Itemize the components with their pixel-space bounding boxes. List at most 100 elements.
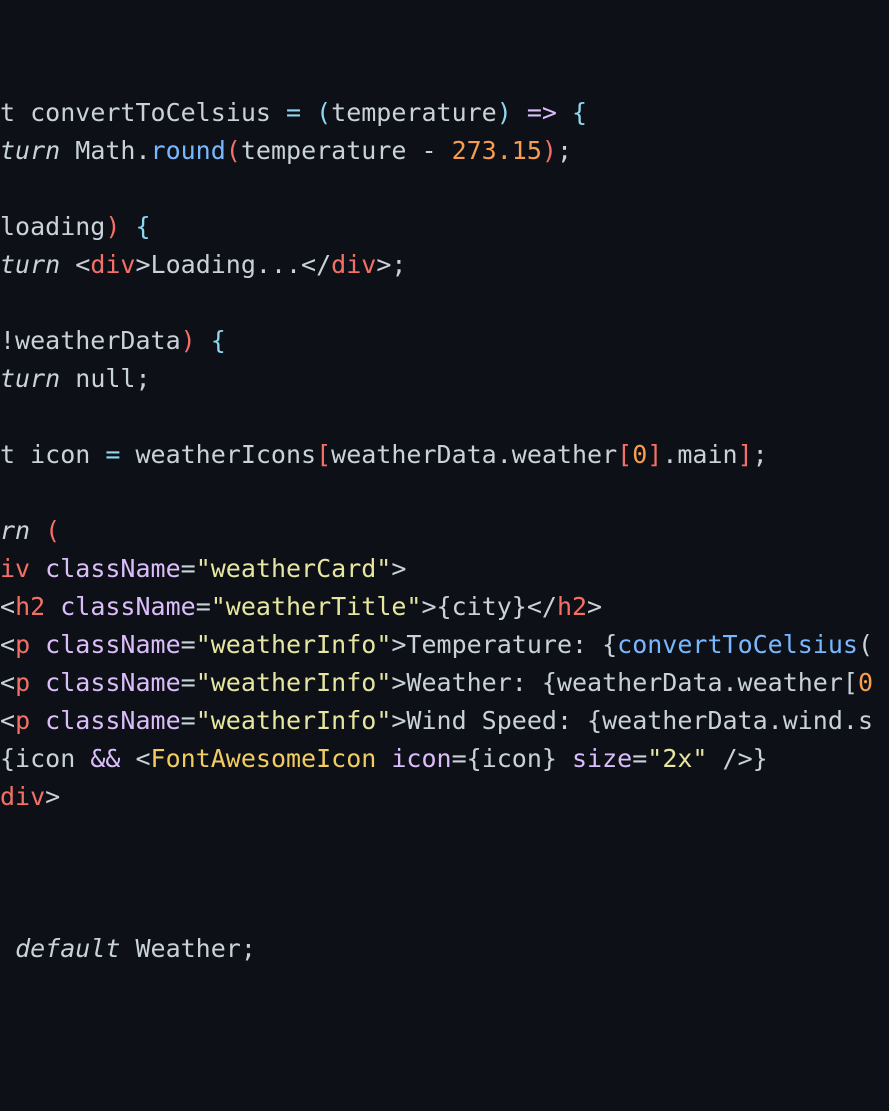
code-token: >Temperature: {	[391, 630, 618, 659]
code-line[interactable]: <p className="weatherInfo">Temperature: …	[0, 626, 889, 664]
code-line[interactable]: turn Math.round(temperature - 273.15);	[0, 132, 889, 170]
code-token: div	[331, 250, 377, 279]
code-editor[interactable]: t convertToCelsius = (temperature) => {t…	[0, 0, 889, 1111]
code-token: >	[391, 554, 407, 583]
code-token: "weatherInfo"	[195, 668, 392, 697]
code-token: ]	[647, 440, 663, 469]
code-token: turn	[0, 364, 61, 393]
code-token: (	[316, 98, 332, 127]
code-token: h2	[15, 592, 46, 621]
code-line[interactable]	[0, 816, 889, 854]
code-token: convertToCelsius	[617, 630, 858, 659]
code-line[interactable]: iv className="weatherCard">	[0, 550, 889, 588]
code-line[interactable]: rn (	[0, 512, 889, 550]
code-line[interactable]: turn <div>Loading...</div>;	[0, 246, 889, 284]
code-token: "weatherTitle"	[210, 592, 422, 621]
code-line[interactable]: <p className="weatherInfo">Weather: {wea…	[0, 664, 889, 702]
code-token: <	[120, 744, 151, 773]
code-token: =	[632, 744, 648, 773]
code-token: <	[0, 706, 16, 735]
code-token: (	[30, 516, 61, 545]
code-line[interactable]: t convertToCelsius = (temperature) => {	[0, 94, 889, 132]
code-token: {icon	[0, 744, 91, 773]
code-token: "weatherInfo"	[195, 706, 392, 735]
code-token: >Loading...</	[135, 250, 332, 279]
code-token: !weatherData	[0, 326, 181, 355]
code-token: =	[105, 440, 121, 469]
code-line[interactable]: <p className="weatherInfo">Wind Speed: {…	[0, 702, 889, 740]
code-line[interactable]: <h2 className="weatherTitle">{city}</h2>	[0, 588, 889, 626]
code-token: =	[180, 554, 196, 583]
code-token: "2x"	[647, 744, 708, 773]
code-line[interactable]: turn null;	[0, 360, 889, 398]
code-token: =>	[511, 98, 573, 127]
code-token: .main	[662, 440, 738, 469]
code-area[interactable]: t convertToCelsius = (temperature) => {t…	[0, 94, 889, 968]
code-token: p	[15, 706, 31, 735]
code-token: )	[180, 326, 196, 355]
code-line[interactable]	[0, 854, 889, 892]
code-token: FontAwesomeIcon	[150, 744, 377, 773]
code-token: Weather;	[120, 934, 256, 963]
code-token: <	[0, 592, 16, 621]
code-token: 273.15	[451, 136, 542, 165]
code-token: <	[0, 668, 16, 697]
code-token: div	[90, 250, 136, 279]
code-line[interactable]	[0, 474, 889, 512]
code-line[interactable]	[0, 892, 889, 930]
code-token: =	[180, 668, 196, 697]
code-line[interactable]	[0, 170, 889, 208]
code-token: weatherIcons	[120, 440, 317, 469]
code-token: t	[0, 98, 31, 127]
code-token: div	[0, 782, 46, 811]
code-token: t icon	[0, 440, 106, 469]
code-token: className	[30, 630, 181, 659]
code-line[interactable]: div>	[0, 778, 889, 816]
code-token: size	[556, 744, 633, 773]
code-line[interactable]: {icon && <FontAwesomeIcon icon={icon} si…	[0, 740, 889, 778]
code-line[interactable]	[0, 398, 889, 436]
code-token: >	[587, 592, 603, 621]
code-token: icon	[376, 744, 452, 773]
code-token: className	[30, 706, 181, 735]
code-token: h2	[556, 592, 588, 621]
code-line[interactable]: default Weather;	[0, 930, 889, 968]
code-token: loading	[0, 212, 106, 241]
code-token: {	[195, 326, 226, 355]
code-token: rn	[0, 516, 31, 545]
code-token: [	[316, 440, 332, 469]
code-token: ;	[556, 136, 573, 165]
code-token: "weatherCard"	[195, 554, 392, 583]
code-token: (	[857, 630, 874, 659]
code-token: weatherData.weather	[331, 440, 618, 469]
code-token: )	[541, 136, 557, 165]
code-token: >	[45, 782, 61, 811]
code-token: p	[15, 668, 31, 697]
code-token: =	[195, 592, 211, 621]
code-token: ]	[737, 440, 753, 469]
code-token: <	[60, 250, 91, 279]
code-token: >{city}</	[421, 592, 557, 621]
code-token: 0	[857, 668, 874, 697]
code-token: turn	[0, 136, 61, 165]
code-token: 0	[632, 440, 648, 469]
code-token: ;	[752, 440, 768, 469]
code-token: =	[180, 706, 196, 735]
code-token: temperature -	[240, 136, 452, 165]
code-token: default	[15, 934, 121, 963]
code-token: className	[30, 668, 181, 697]
code-token: turn	[0, 250, 61, 279]
code-token: =	[270, 98, 317, 127]
code-token: temperature	[331, 98, 497, 127]
code-line[interactable]	[0, 284, 889, 322]
code-token: Math.	[60, 136, 151, 165]
code-line[interactable]: t icon = weatherIcons[weatherData.weathe…	[0, 436, 889, 474]
code-token: convertToCelsius	[30, 98, 271, 127]
code-token: >Weather: {weatherData.weather[	[391, 668, 858, 697]
code-token: className	[30, 554, 181, 583]
code-token: )	[496, 98, 512, 127]
code-line[interactable]: !weatherData) {	[0, 322, 889, 360]
code-line[interactable]: loading) {	[0, 208, 889, 246]
code-token: &&	[90, 744, 121, 773]
code-token: null;	[60, 364, 151, 393]
